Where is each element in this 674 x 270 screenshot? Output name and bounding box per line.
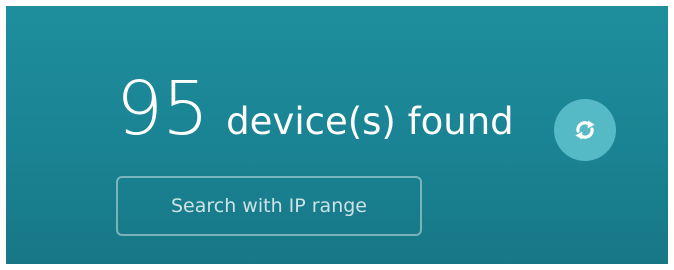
search-ip-range-button[interactable]: Search with IP range	[116, 176, 422, 236]
refresh-button[interactable]	[554, 99, 616, 161]
scan-result: 95 device(s) found	[116, 72, 514, 146]
refresh-icon	[570, 115, 600, 145]
device-found-label: device(s) found	[226, 100, 514, 143]
device-count: 95	[116, 66, 209, 152]
device-scan-panel: 95 device(s) found Search with IP range	[6, 6, 668, 264]
search-ip-range-label: Search with IP range	[170, 195, 367, 217]
